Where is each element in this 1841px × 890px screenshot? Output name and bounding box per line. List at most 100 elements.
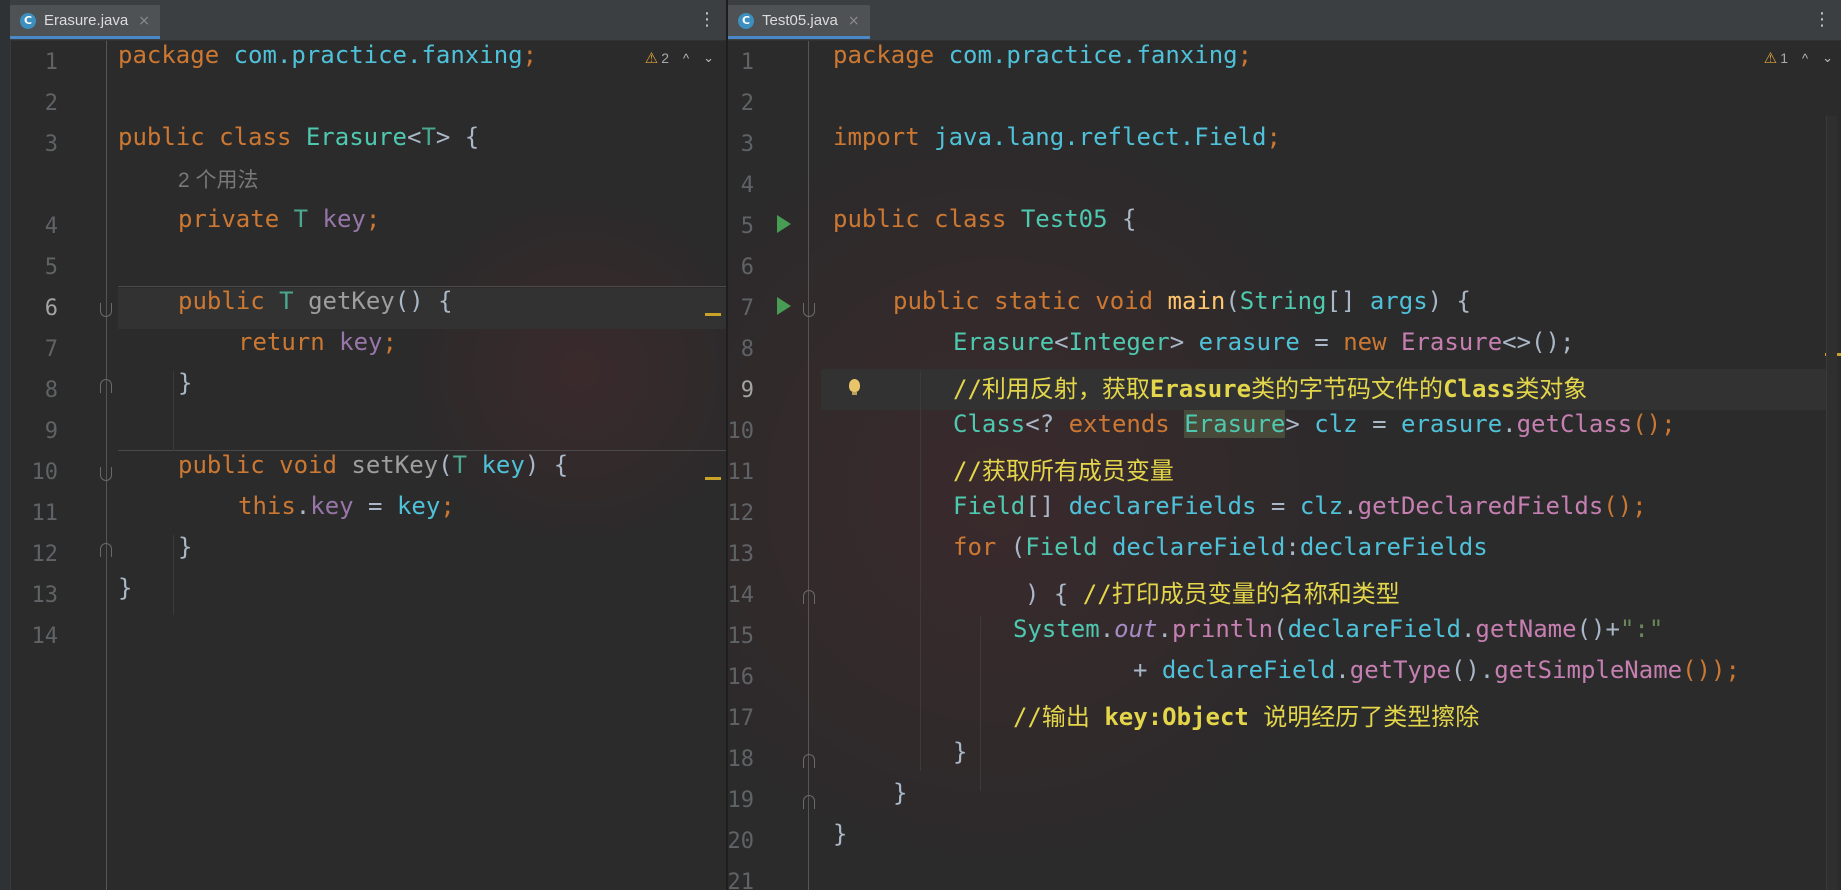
code-area-right[interactable]: package com.practice.fanxing; import jav… [833,41,1821,890]
fold-icon[interactable] [100,467,112,481]
close-icon[interactable]: × [848,13,860,29]
fold-icon[interactable] [100,543,112,557]
keyword: return [238,328,325,356]
tab-label: Test05.java [762,12,838,29]
line-number: 13 [728,542,754,567]
punctuation: . [1099,615,1115,643]
static-field: out [1114,615,1158,643]
fold-icon[interactable] [803,754,815,768]
line-number: 5 [740,214,754,239]
method-call: println [1171,615,1274,643]
punctuation: < [407,123,422,151]
fold-icon[interactable] [803,590,815,604]
editor-pane-right: C Test05.java × ⋮ 1 2 3 4 5 6 7 8 9 10 1… [728,0,1841,890]
tab-erasure-java[interactable]: C Erasure.java × [10,5,160,39]
line-number: 3 [740,132,754,157]
string-literal: ":" [1619,615,1664,643]
parameter-name: key [481,451,525,479]
punctuation: : [1285,533,1300,561]
more-options-icon[interactable]: ⋮ [698,11,716,29]
punctuation: ( [438,451,453,479]
punctuation: ; [1237,41,1253,69]
comment: 类对象 [1515,375,1588,403]
keyword: public void [178,451,337,479]
punctuation: ( [996,533,1026,561]
code-line-15: System.out.println(declareField.getName(… [1013,615,1663,656]
method-call: getName [1475,615,1577,643]
code-editor-right[interactable]: 1 2 3 4 5 6 7 8 9 10 11 12 13 14 15 16 1… [728,41,1841,890]
keyword: public static void [893,287,1154,315]
run-icon[interactable] [777,215,791,233]
fold-icon[interactable] [803,303,815,317]
punctuation: > [1169,328,1199,356]
variable-name: erasure [1401,410,1503,438]
punctuation: ; [1266,123,1281,151]
line-number: 15 [728,624,754,649]
line-number: 13 [31,583,59,608]
type-name: Integer [1068,328,1170,356]
variable-name: declareFields [1068,492,1257,520]
type-parameter: T [452,451,468,479]
line-number: 14 [728,583,754,608]
java-class-icon: C [20,12,36,29]
code-line-11: this.key = key; [238,492,455,533]
keyword: extends [1068,410,1170,438]
code-line-19: } [893,779,907,820]
close-icon[interactable]: × [138,13,150,29]
punctuation: ; [440,492,455,520]
punctuation: () { [394,287,453,315]
code-editor-left[interactable]: 1 2 3 4 5 6 7 8 9 10 11 12 13 14 ⚠ 2 ^ ⌄… [10,41,726,890]
punctuation: (). [1450,656,1495,684]
variable-name: declareField [1287,615,1461,643]
keyword: this [238,492,296,520]
line-number: 7 [44,337,58,362]
operator: + [1133,656,1162,684]
line-number: 12 [728,501,754,526]
punctuation: ; [382,328,397,356]
fold-icon[interactable] [100,379,112,393]
punctuation: > [1285,410,1315,438]
more-options-icon[interactable]: ⋮ [1813,11,1831,29]
tab-test05-java[interactable]: C Test05.java × [728,5,870,39]
code-line-5: public class Test05 { [833,205,1136,246]
punctuation: . [1502,410,1517,438]
code-line-14: ) { //打印成员变量的名称和类型 [1025,574,1400,615]
line-number: 9 [740,378,754,403]
code-line-12: Field[] declareFields = clz.getDeclaredF… [953,492,1647,533]
line-number: 19 [728,788,754,813]
variable-name: declareFields [1299,533,1488,561]
code-line-1: package com.practice.fanxing; [118,41,537,82]
fold-icon[interactable] [803,795,815,809]
punctuation: (); [1603,492,1647,520]
variable-name: declareField [1161,656,1336,684]
code-line-12: } [178,533,192,574]
line-number: 16 [728,665,754,690]
type-parameter: T [421,123,436,151]
keyword: private [178,205,280,233]
punctuation: . [1343,492,1358,520]
variable-name: clz [1314,410,1358,438]
fold-icon[interactable] [100,303,112,317]
punctuation: ; [522,41,538,69]
code-line-11: //获取所有成员变量 [953,451,1174,492]
next-highlight-icon[interactable]: ⌄ [1822,50,1833,66]
code-line-7: return key; [238,328,397,369]
line-number: 6 [740,255,754,280]
vertical-scrollbar[interactable] [1826,116,1837,890]
run-icon[interactable] [777,297,791,315]
method-call: getClass [1516,410,1633,438]
line-number: 1 [44,50,58,75]
code-area-left[interactable]: package com.practice.fanxing; public cla… [118,41,726,890]
operator: = [353,492,397,520]
type-name: Erasure [1401,328,1503,356]
usage-hint[interactable]: 2 个用法 [178,164,259,205]
line-number: 12 [31,542,59,567]
comment-code: Class [1443,375,1516,403]
punctuation: (); [1632,410,1676,438]
gutter-left: 1 2 3 4 5 6 7 8 9 10 11 12 13 14 [10,41,118,890]
punctuation: [] [1025,492,1069,520]
field-name: key [322,205,366,233]
code-line-3: import java.lang.reflect.Field; [833,123,1281,164]
punctuation: . [1157,615,1172,643]
